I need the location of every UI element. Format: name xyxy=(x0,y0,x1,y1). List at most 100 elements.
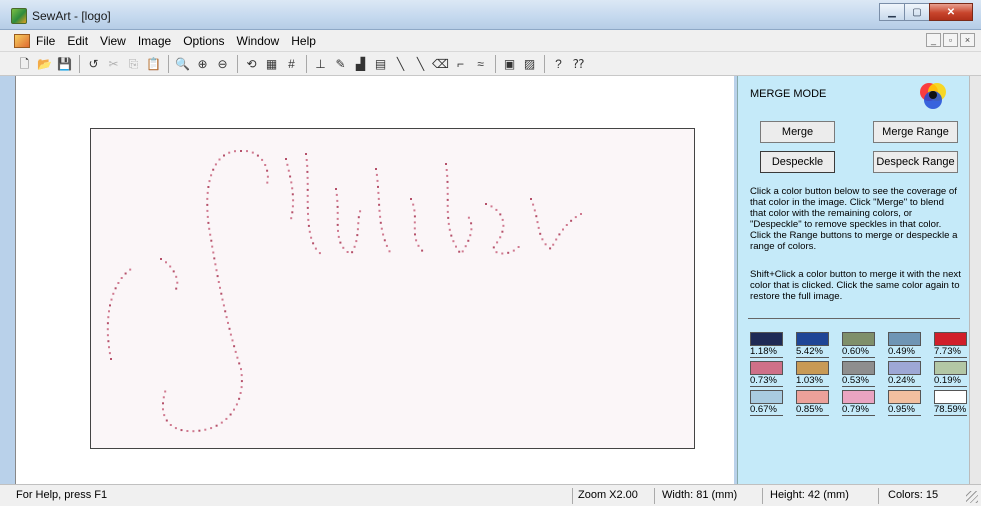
maximize-button[interactable]: ▢ xyxy=(904,3,930,21)
color-chip[interactable] xyxy=(934,390,967,404)
palette-icon[interactable]: ▤ xyxy=(372,55,389,72)
save-icon[interactable]: 💾 xyxy=(56,55,73,72)
stitch-dot xyxy=(535,215,538,218)
color-chip[interactable] xyxy=(750,361,783,375)
color-swatch-button[interactable]: 0.67% xyxy=(750,390,796,416)
color-chip[interactable] xyxy=(842,390,875,404)
color-swatch-button[interactable]: 0.49% xyxy=(888,332,934,358)
color-swatch-button[interactable]: 0.73% xyxy=(750,361,796,387)
color-swatch-button[interactable]: 0.24% xyxy=(888,361,934,387)
cut-icon[interactable]: ✂ xyxy=(105,55,122,72)
resize-grip[interactable] xyxy=(966,491,978,503)
line-icon[interactable]: ╲ xyxy=(412,55,429,72)
menu-view[interactable]: View xyxy=(100,34,126,48)
help-icon[interactable]: ? xyxy=(550,55,567,72)
menu-window[interactable]: Window xyxy=(237,34,280,48)
design-frame[interactable] xyxy=(90,128,695,449)
pencil-icon[interactable]: ╲ xyxy=(392,55,409,72)
color-chip[interactable] xyxy=(934,361,967,375)
wand-icon[interactable]: ✎ xyxy=(332,55,349,72)
close-button[interactable]: ✕ xyxy=(929,3,973,21)
color-chip[interactable] xyxy=(888,332,921,346)
zoom-out-icon[interactable]: ⊖ xyxy=(214,55,231,72)
menu-options[interactable]: Options xyxy=(183,34,224,48)
color-swatch-button[interactable]: 0.60% xyxy=(842,332,888,358)
color-swatch-button[interactable]: 5.42% xyxy=(796,332,842,358)
new-icon[interactable]: 🗋 xyxy=(16,55,33,72)
stitch-dot xyxy=(306,206,309,209)
stitch-dot xyxy=(470,222,473,225)
menu-help[interactable]: Help xyxy=(291,34,316,48)
stitch-dot xyxy=(112,292,115,295)
thread-icon[interactable]: ≈ xyxy=(472,55,489,72)
stitch-dot xyxy=(180,429,183,432)
zoom-in-icon[interactable]: ⊕ xyxy=(194,55,211,72)
minimize-button[interactable]: ▁ xyxy=(879,3,905,21)
stitch-dot xyxy=(218,158,221,161)
color-chip[interactable] xyxy=(888,390,921,404)
stitch-dot xyxy=(186,430,189,432)
document-icon[interactable] xyxy=(14,33,30,48)
stitch-dot xyxy=(375,168,377,170)
stitch-dot xyxy=(467,216,470,219)
copy-icon[interactable]: ⎘ xyxy=(125,55,142,72)
color-chip[interactable] xyxy=(750,390,783,404)
color-chip[interactable] xyxy=(842,332,875,346)
color-chip[interactable] xyxy=(934,332,967,346)
menu-file[interactable]: File xyxy=(36,34,55,48)
doc-restore-button[interactable]: ▫ xyxy=(943,33,958,47)
bucket-icon[interactable]: ▟ xyxy=(352,55,369,72)
sewart-app-icon[interactable] xyxy=(11,8,27,24)
stitch-dot xyxy=(492,246,495,249)
stitch-dot xyxy=(565,224,568,226)
color-swatch-button[interactable]: 0.95% xyxy=(888,390,934,416)
despeckle-button[interactable]: Despeckle xyxy=(760,151,835,173)
menu-image[interactable]: Image xyxy=(138,34,171,48)
stitch-dot xyxy=(169,265,172,268)
paste-icon[interactable]: 📋 xyxy=(145,55,162,72)
color-chip[interactable] xyxy=(796,361,829,375)
stamp-icon[interactable]: ⊥ xyxy=(312,55,329,72)
color-coverage-label: 0.19% xyxy=(934,375,967,387)
undo-icon[interactable]: ↺ xyxy=(85,55,102,72)
doc-minimize-button[interactable]: _ xyxy=(926,33,941,47)
zoom-icon[interactable]: 🔍 xyxy=(174,55,191,72)
color-coverage-label: 0.53% xyxy=(842,375,875,387)
stitch-dot xyxy=(306,176,309,179)
color-chip[interactable] xyxy=(888,361,921,375)
color-swatch-button[interactable]: 0.79% xyxy=(842,390,888,416)
stitch-dot xyxy=(555,238,558,241)
crop-icon[interactable]: ▦ xyxy=(263,55,280,72)
menu-edit[interactable]: Edit xyxy=(67,34,88,48)
stitch-dot xyxy=(291,211,294,214)
stitch-dot xyxy=(446,174,449,177)
image-canvas[interactable] xyxy=(15,76,734,484)
stitch-dot xyxy=(533,209,536,212)
doc-close-button[interactable]: × xyxy=(960,33,975,47)
color-swatch-button[interactable]: 1.03% xyxy=(796,361,842,387)
export-icon[interactable]: ▨ xyxy=(521,55,538,72)
merge-range-button[interactable]: Merge Range xyxy=(873,121,958,143)
color-chip[interactable] xyxy=(750,332,783,346)
dropper-icon[interactable]: ⌐ xyxy=(452,55,469,72)
color-chip[interactable] xyxy=(796,332,829,346)
color-swatch-button[interactable]: 0.85% xyxy=(796,390,842,416)
eraser-icon[interactable]: ⌫ xyxy=(432,55,449,72)
stitch-dot xyxy=(208,180,211,183)
sew-icon[interactable]: ▣ xyxy=(501,55,518,72)
color-swatch-button[interactable]: 0.53% xyxy=(842,361,888,387)
color-chip[interactable] xyxy=(796,390,829,404)
vertical-scrollbar[interactable] xyxy=(969,76,981,484)
merge-button[interactable]: Merge xyxy=(760,121,835,143)
grid-icon[interactable]: # xyxy=(283,55,300,72)
status-separator xyxy=(878,488,879,504)
despeck-range-button[interactable]: Despeck Range xyxy=(873,151,958,173)
rotate-icon[interactable]: ⟲ xyxy=(243,55,260,72)
color-chip[interactable] xyxy=(842,361,875,375)
stitch-dot xyxy=(336,217,339,220)
stitch-dot xyxy=(217,281,220,283)
color-swatch-button[interactable]: 1.18% xyxy=(750,332,796,358)
context-help-icon[interactable]: ⁇ xyxy=(570,55,587,72)
open-icon[interactable]: 📂 xyxy=(36,55,53,72)
stitch-dot xyxy=(234,150,236,153)
